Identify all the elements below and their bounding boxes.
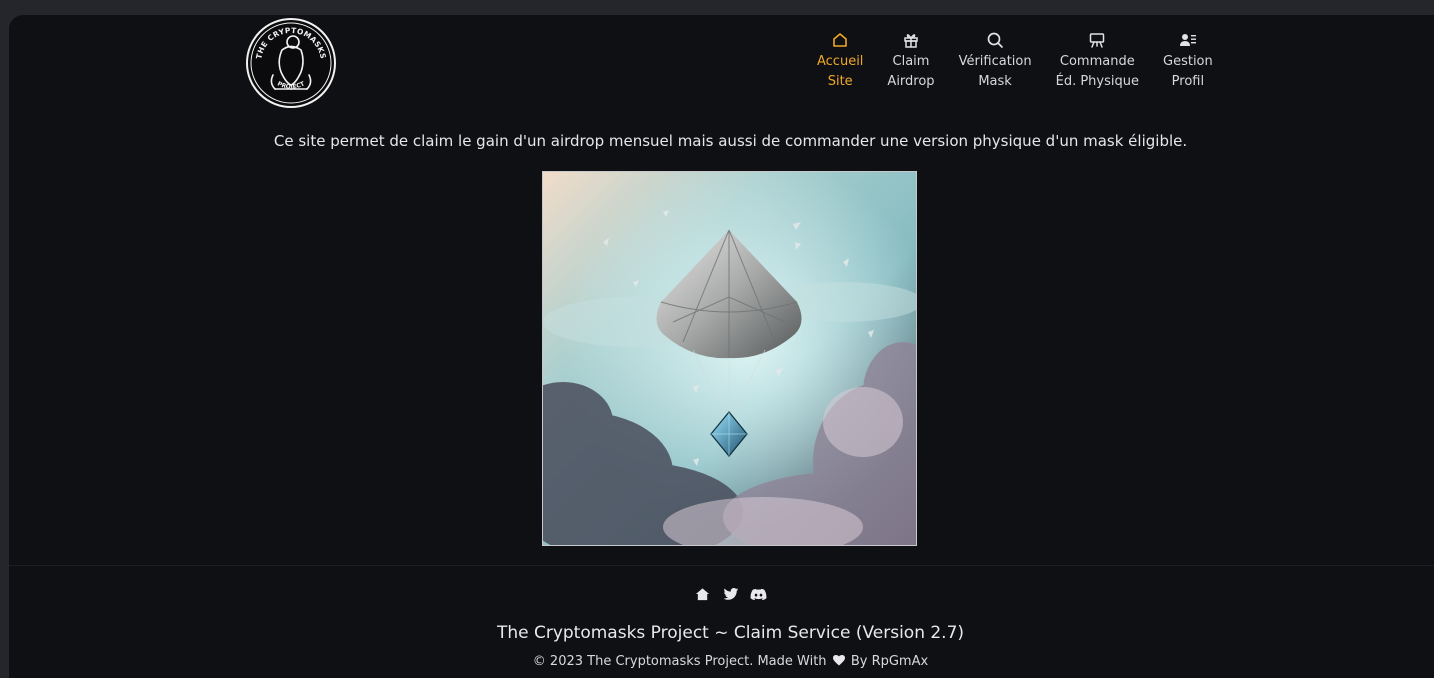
home-icon[interactable] [694,585,712,603]
user-card-icon [1178,30,1198,50]
main-nav: Accueil Site Claim Airdrop Vérification … [805,30,1225,92]
twitter-icon[interactable] [722,585,740,603]
nav-label-line2: Éd. Physique [1055,74,1139,89]
gift-icon [901,30,921,50]
app-window: THE CRYPTOMASKS PROJECT Accueil Site Cla… [9,15,1434,678]
nav-label-line1: Gestion [1163,54,1213,69]
nav-label-line1: Commande [1059,54,1135,69]
site-logo[interactable]: THE CRYPTOMASKS PROJECT [245,17,337,109]
nav-item-gestion-profil[interactable]: Gestion Profil [1151,30,1225,92]
intro-text: Ce site permet de claim le gain d'un air… [273,132,1188,150]
nav-label-line1: Vérification [958,54,1032,69]
nav-label-line2: Mask [978,74,1012,89]
social-links [9,585,1434,603]
copyright-text-after: By RpGmAx [850,654,929,669]
home-icon [830,30,850,50]
nav-item-claim-airdrop[interactable]: Claim Airdrop [875,30,946,92]
copyright-text-before: © 2023 The Cryptomasks Project. Made Wit… [532,654,827,669]
footer-divider [9,565,1434,566]
heart-icon [832,654,845,672]
site-header: THE CRYPTOMASKS PROJECT Accueil Site Cla… [9,15,1434,125]
nav-label-line2: Site [827,74,853,89]
nav-item-verification-mask[interactable]: Vérification Mask [947,30,1044,92]
search-icon [985,30,1005,50]
mask-logo-icon: THE CRYPTOMASKS PROJECT [246,18,336,108]
footer-copyright: © 2023 The Cryptomasks Project. Made Wit… [9,653,1434,672]
discord-icon[interactable] [750,585,768,603]
nav-label-line2: Airdrop [887,74,935,89]
easel-icon [1087,30,1107,50]
nav-label-line1: Accueil [817,54,864,69]
nav-item-accueil[interactable]: Accueil Site [805,30,875,92]
nav-item-commande-physique[interactable]: Commande Éd. Physique [1044,30,1151,92]
hero-image [542,171,917,546]
airdrop-illustration [543,172,916,545]
footer-title: The Cryptomasks Project ~ Claim Service … [496,623,965,643]
nav-label-line2: Profil [1171,74,1205,89]
nav-label-line1: Claim [892,54,930,69]
